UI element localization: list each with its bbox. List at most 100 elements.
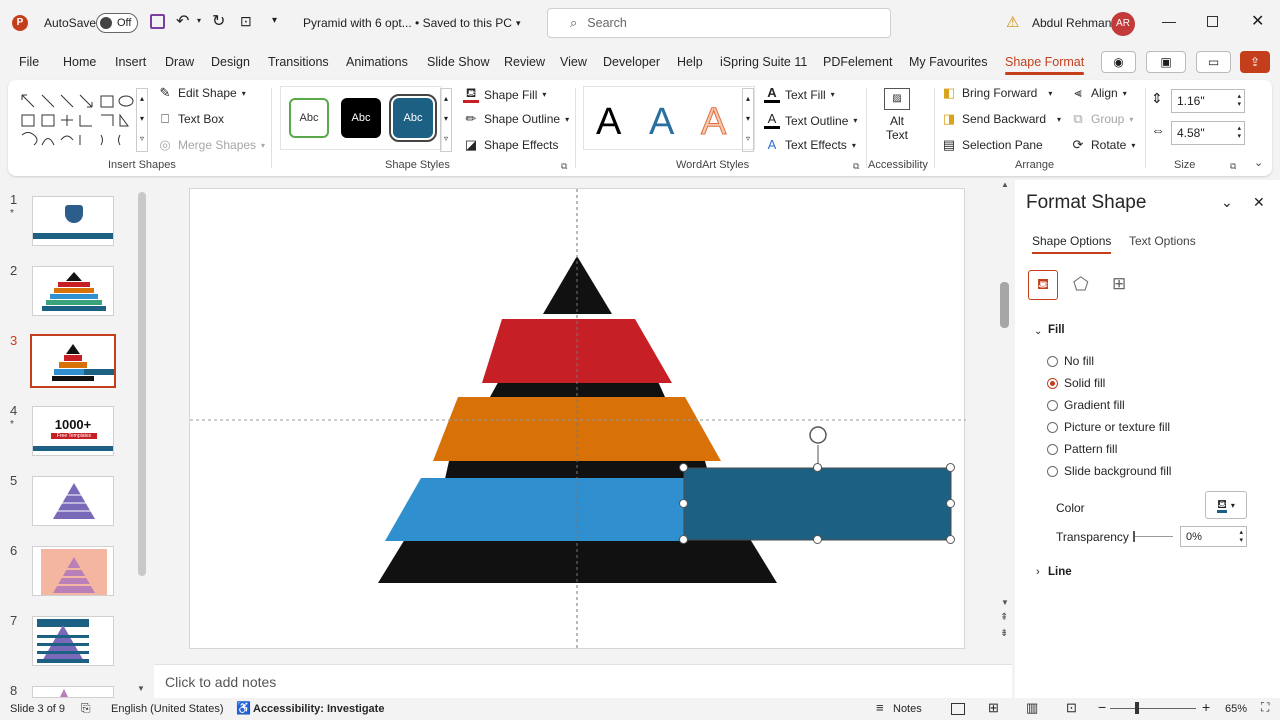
text-fill-button[interactable]: A Text Fill ▾: [764, 86, 835, 103]
slide-thumbnail-1[interactable]: [32, 196, 114, 246]
radio-gradient-fill[interactable]: [1047, 399, 1058, 411]
tab-my-favourites[interactable]: My Favourites: [909, 55, 988, 69]
avatar[interactable]: AR: [1111, 12, 1135, 36]
spellcheck-icon[interactable]: ⎘: [81, 701, 91, 716]
scroll-up-icon[interactable]: ▲: [1001, 180, 1009, 189]
fill-line-tab-icon[interactable]: ⛾: [1028, 270, 1058, 300]
teams-share-button[interactable]: ▣: [1146, 51, 1186, 73]
scroll-down-icon[interactable]: ▼: [137, 684, 145, 693]
tab-draw[interactable]: Draw: [165, 55, 194, 69]
fill-option-pattern-fill[interactable]: Pattern fill: [1047, 442, 1117, 456]
next-slide-icon[interactable]: ⇟: [1000, 628, 1008, 639]
dialog-launcher-icon[interactable]: ⧉: [1230, 161, 1236, 172]
fill-option-gradient-fill[interactable]: Gradient fill: [1047, 398, 1125, 412]
slide-thumbnail-3[interactable]: [30, 334, 116, 388]
shape-fill-button[interactable]: ⛾ Shape Fill ▾: [463, 86, 546, 103]
previous-slide-icon[interactable]: ⇞: [1000, 612, 1008, 623]
wordart-style-black[interactable]: A: [596, 102, 621, 142]
close-pane-icon[interactable]: ✕: [1253, 194, 1265, 211]
height-field[interactable]: 1.16" ▴ ▾: [1171, 89, 1245, 113]
close-window-icon[interactable]: ✕: [1251, 11, 1264, 31]
selected-rectangle[interactable]: [683, 467, 952, 541]
slide-sorter-icon[interactable]: ⊞: [988, 700, 999, 716]
slide-thumbnail-7[interactable]: [32, 616, 114, 666]
shape-effects-button[interactable]: ◪ Shape Effects: [463, 138, 559, 153]
fill-color-picker[interactable]: ⛾ ▾: [1205, 491, 1247, 519]
pyramid-band-blue[interactable]: [385, 478, 684, 541]
scroll-down-icon[interactable]: ▼: [1001, 598, 1009, 607]
width-spinner[interactable]: ▴ ▾: [1237, 125, 1244, 141]
radio-solid-fill[interactable]: [1047, 377, 1058, 389]
resize-handle-top-left[interactable]: [679, 463, 688, 472]
effects-tab-icon[interactable]: ⬠: [1073, 274, 1089, 295]
notes-area[interactable]: Click to add notes: [154, 664, 1012, 698]
resize-handle-bottom[interactable]: [813, 535, 822, 544]
undo-icon[interactable]: ↶: [176, 11, 189, 31]
fit-to-window-icon[interactable]: ⛶: [1261, 700, 1269, 715]
rotate-button[interactable]: ⟳ Rotate ▾: [1070, 138, 1136, 153]
resize-handle-bottom-left[interactable]: [679, 535, 688, 544]
warning-icon[interactable]: ⚠: [1006, 13, 1019, 31]
group-button[interactable]: ⧉ Group ▾: [1070, 112, 1133, 127]
radio-slide-background-fill[interactable]: [1047, 465, 1058, 477]
restore-icon[interactable]: [1207, 16, 1218, 27]
tab-design[interactable]: Design: [211, 55, 250, 69]
text-box-button[interactable]: ⎕ Text Box: [157, 112, 224, 127]
thumbnails-scrollbar[interactable]: [138, 192, 146, 576]
save-icon[interactable]: [150, 14, 165, 29]
zoom-out-icon[interactable]: −: [1098, 699, 1106, 715]
fill-option-picture-fill[interactable]: Picture or texture fill: [1047, 420, 1170, 434]
tab-shape-options[interactable]: Shape Options: [1032, 234, 1112, 254]
transparency-slider-thumb[interactable]: [1133, 531, 1135, 542]
wordart-style-blue[interactable]: A: [649, 102, 674, 142]
tab-shape-format[interactable]: Shape Format: [1005, 55, 1085, 75]
size-properties-tab-icon[interactable]: ⊞: [1112, 274, 1126, 294]
tab-slide-show[interactable]: Slide Show: [427, 55, 490, 69]
fill-section-label[interactable]: Fill: [1048, 324, 1065, 336]
text-effects-button[interactable]: A Text Effects ▾: [764, 138, 856, 153]
shape-outline-button[interactable]: ✏ Shape Outline ▾: [463, 112, 570, 127]
reading-view-icon[interactable]: ▥: [1026, 700, 1038, 716]
resize-handle-bottom-right[interactable]: [946, 535, 955, 544]
fill-option-slide-background-fill[interactable]: Slide background fill: [1047, 464, 1171, 478]
tab-view[interactable]: View: [560, 55, 587, 69]
record-button[interactable]: ◉: [1101, 51, 1136, 73]
shapes-gallery-scroll[interactable]: ▴ ▾ ▿: [136, 88, 148, 152]
shape-styles-scroll[interactable]: ▴ ▾ ▿: [440, 88, 452, 152]
accessibility-status[interactable]: Accessibility: Investigate: [253, 703, 384, 715]
zoom-slider-thumb[interactable]: [1135, 702, 1139, 714]
resize-handle-left[interactable]: [679, 499, 688, 508]
notes-button[interactable]: Notes: [893, 703, 922, 715]
collapse-ribbon-icon[interactable]: ⌄: [1254, 156, 1263, 169]
zoom-level[interactable]: 65%: [1225, 703, 1247, 715]
pane-options-chevron-icon[interactable]: ⌄: [1221, 194, 1233, 211]
tab-home[interactable]: Home: [63, 55, 96, 69]
canvas-scrollbar[interactable]: [1000, 282, 1009, 328]
slide-thumbnail-4[interactable]: 1000+ Free Templates: [32, 406, 114, 456]
tab-animations[interactable]: Animations: [346, 55, 408, 69]
zoom-slider[interactable]: [1110, 702, 1196, 714]
slide-thumbnail-5[interactable]: [32, 476, 114, 526]
tab-transitions[interactable]: Transitions: [268, 55, 329, 69]
tab-help[interactable]: Help: [677, 55, 703, 69]
document-title[interactable]: Pyramid with 6 opt... • Saved to this PC…: [303, 16, 521, 30]
tab-file[interactable]: File: [19, 55, 39, 69]
shape-style-outline-green[interactable]: Abc: [289, 98, 329, 138]
tab-text-options[interactable]: Text Options: [1129, 234, 1196, 248]
language-indicator[interactable]: English (United States): [111, 703, 224, 715]
slide-counter[interactable]: Slide 3 of 9: [10, 703, 65, 715]
wordart-style-orange-outline[interactable]: A: [700, 102, 726, 143]
bring-forward-button[interactable]: ◧ Bring Forward ▾: [941, 86, 1053, 101]
align-button[interactable]: ⫷ Align ▾: [1070, 86, 1126, 101]
minimize-icon[interactable]: —: [1162, 13, 1176, 29]
rotate-handle-icon[interactable]: [809, 426, 827, 444]
shape-style-black[interactable]: Abc: [341, 98, 381, 138]
resize-handle-right[interactable]: [946, 499, 955, 508]
transparency-field[interactable]: 0% ▴ ▾: [1180, 526, 1247, 547]
comments-button[interactable]: ▭: [1196, 51, 1231, 73]
wordart-scroll[interactable]: ▴ ▾ ▿: [742, 88, 754, 152]
share-button[interactable]: ⇪: [1240, 51, 1270, 73]
line-expand-icon[interactable]: ›: [1036, 566, 1040, 578]
present-icon[interactable]: ⊡: [240, 13, 252, 30]
fill-expand-icon[interactable]: ⌄: [1034, 326, 1042, 337]
